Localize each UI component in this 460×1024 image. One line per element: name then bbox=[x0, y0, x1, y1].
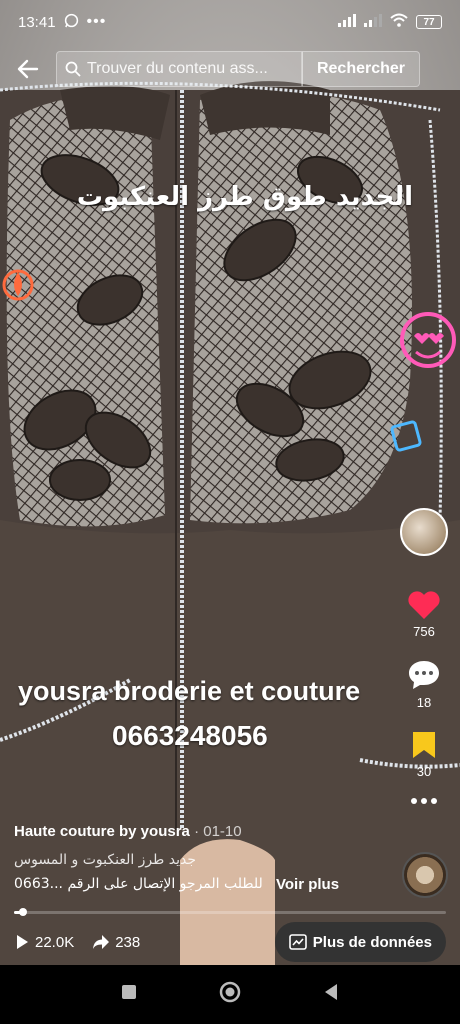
video-caption: الجديد طوق طرز العنكبوت bbox=[76, 182, 414, 212]
screen: 13:41 ••• 77 Trouver du contenu ass... R… bbox=[0, 0, 460, 1024]
more-options-button[interactable] bbox=[410, 797, 438, 805]
search-bar: Trouver du contenu ass... Rechercher bbox=[0, 48, 460, 90]
recents-button[interactable] bbox=[121, 984, 137, 1005]
ellipsis-icon bbox=[411, 798, 437, 804]
search-button[interactable]: Rechercher bbox=[302, 51, 420, 87]
play-icon bbox=[17, 935, 28, 949]
share-icon bbox=[93, 935, 110, 949]
shares-count: 238 bbox=[115, 933, 141, 951]
square-icon bbox=[122, 985, 136, 999]
comment-button[interactable]: 18 bbox=[407, 659, 441, 710]
heart-icon bbox=[408, 591, 440, 619]
brand-name-text: yousra broderie et couture bbox=[18, 676, 361, 706]
signal-icon bbox=[338, 13, 356, 31]
more-data-button[interactable]: Plus de données bbox=[274, 922, 446, 962]
action-column: 756 18 30 bbox=[398, 508, 450, 805]
search-input[interactable]: Trouver du contenu ass... bbox=[56, 51, 302, 87]
views-count: 22.0K bbox=[35, 933, 75, 951]
music-disc[interactable] bbox=[402, 852, 448, 898]
see-more-link[interactable]: Voir plus bbox=[276, 876, 339, 893]
like-button[interactable]: 756 bbox=[407, 590, 441, 639]
system-nav-bar bbox=[0, 965, 460, 1024]
back-arrow-icon bbox=[17, 59, 39, 79]
back-button[interactable] bbox=[0, 48, 56, 90]
post-description-line1: جديد طرز العنكبوت و المسوس bbox=[14, 852, 196, 868]
search-icon bbox=[65, 61, 81, 77]
comment-count: 18 bbox=[416, 695, 432, 710]
back-nav-button[interactable] bbox=[323, 983, 339, 1006]
whatsapp-icon bbox=[64, 13, 79, 32]
progress-knob[interactable] bbox=[18, 908, 27, 916]
video-image bbox=[0, 0, 460, 965]
shares-stat: 238 bbox=[92, 934, 140, 951]
video-frame[interactable] bbox=[0, 0, 460, 965]
author-name: Haute couture by yousra bbox=[14, 823, 190, 840]
wifi-icon bbox=[390, 13, 408, 31]
brand-phone-text: 0663248056 bbox=[112, 720, 268, 751]
search-placeholder: Trouver du contenu ass... bbox=[87, 60, 268, 77]
stats-bar: 22.0K 238 Plus de données bbox=[0, 920, 460, 964]
home-circle-icon bbox=[219, 981, 241, 1003]
bookmark-icon bbox=[413, 732, 435, 758]
triangle-back-icon bbox=[325, 984, 337, 1000]
save-count: 30 bbox=[416, 764, 432, 779]
video-progress-bar[interactable] bbox=[14, 908, 446, 916]
views-stat: 22.0K bbox=[14, 934, 74, 951]
comment-icon bbox=[409, 661, 439, 689]
status-bar: 13:41 ••• 77 bbox=[0, 0, 460, 44]
post-author[interactable]: Haute couture by yousra · 01-10 bbox=[14, 823, 242, 840]
post-date: · 01-10 bbox=[194, 823, 242, 840]
post-description-line2: 0663... للطلب المرجو الإتصال على الرقم bbox=[14, 876, 263, 892]
signal-icon-2 bbox=[364, 13, 382, 31]
battery-indicator: 77 bbox=[416, 15, 442, 29]
analytics-icon bbox=[288, 934, 307, 950]
creator-avatar[interactable] bbox=[400, 508, 448, 556]
like-count: 756 bbox=[413, 624, 435, 639]
more-data-label: Plus de données bbox=[312, 933, 432, 951]
home-button[interactable] bbox=[219, 981, 241, 1008]
more-notifications-icon: ••• bbox=[86, 13, 107, 30]
clock: 13:41 bbox=[18, 13, 56, 31]
save-button[interactable]: 30 bbox=[411, 730, 437, 779]
